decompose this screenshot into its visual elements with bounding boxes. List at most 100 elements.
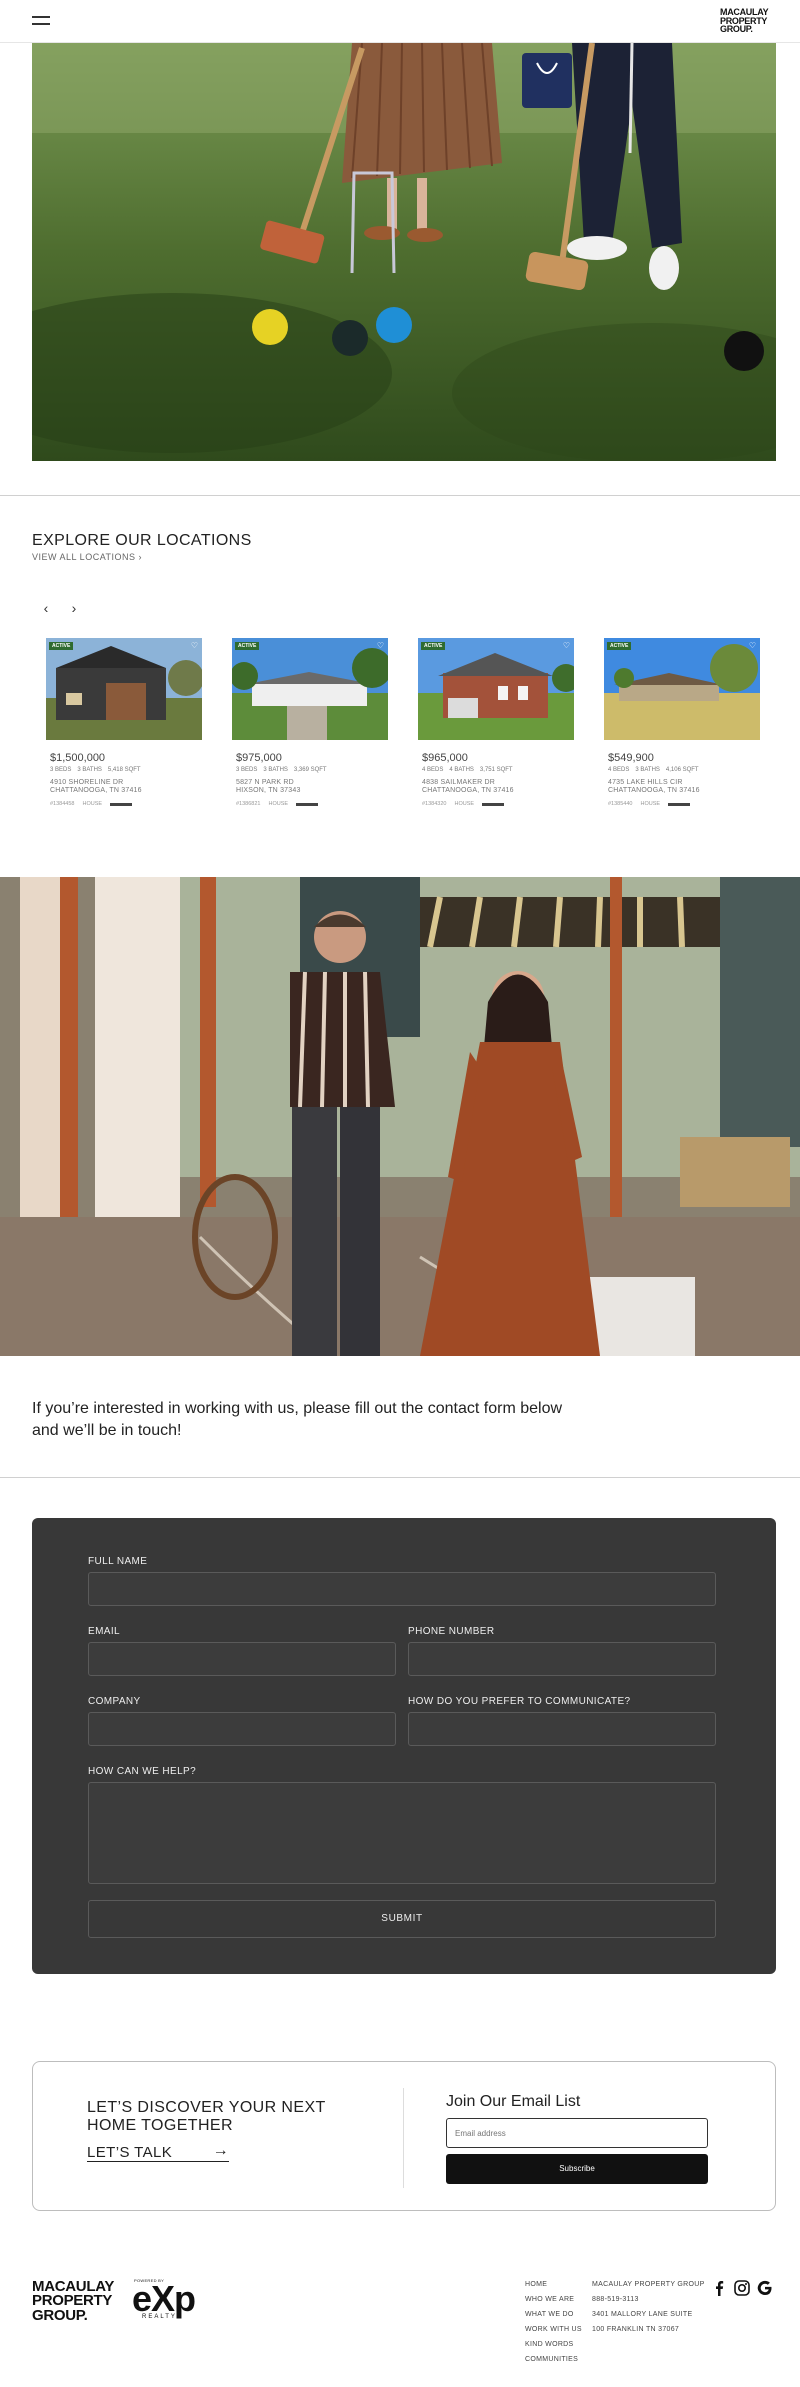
locations-title: EXPLORE OUR LOCATIONS [32, 532, 252, 549]
listing-address-line2: CHATTANOOGA, TN 37416 [422, 787, 514, 794]
listing-card[interactable]: ACTIVE ♡ $1,500,000 3 BEDS 3 BATHS 5,418… [46, 638, 202, 818]
phone-label: PHONE NUMBER [408, 1626, 495, 1637]
footer-company-name: MACAULAY PROPERTY GROUP [592, 2281, 705, 2288]
sqft: 3,751 SQFT [479, 767, 513, 773]
footer-address-line2: 100 FRANKLIN TN 37067 [592, 2326, 680, 2333]
listing-meta: #1384458 HOUSE [50, 801, 133, 807]
listing-stats: 3 BEDS 3 BATHS 3,369 SQFT [236, 767, 386, 773]
team-couple-photo [0, 877, 800, 1356]
listing-type: HOUSE [640, 801, 661, 807]
cta-title: LET’S DISCOVER YOUR NEXT HOME TOGETHER [87, 2099, 326, 2134]
view-all-locations-link[interactable]: VIEW ALL LOCATIONS › [32, 552, 142, 562]
hero-croquet-photo [32, 43, 776, 461]
listing-status-badge: ACTIVE [607, 642, 632, 650]
sqft: 5,418 SQFT [107, 767, 141, 773]
subscribe-button[interactable]: Subscribe [446, 2154, 708, 2184]
contact-intro: If you’re interested in working with us,… [32, 1400, 563, 1439]
listing-address-line1: 4910 SHORELINE DR [50, 779, 124, 786]
arrow-right-icon: → [212, 2142, 229, 2159]
heart-icon[interactable]: ♡ [377, 641, 384, 650]
facebook-icon[interactable] [711, 2280, 727, 2296]
help-label: HOW CAN WE HELP? [88, 1766, 197, 1777]
site-logo[interactable]: MACAULAY PROPERTY GROUP. [720, 8, 780, 34]
baths: 3 BATHS [635, 767, 660, 773]
footer-nav-what-we-do[interactable]: WHAT WE DO [525, 2311, 574, 2318]
listing-address-line2: HIXSON, TN 37343 [236, 787, 301, 794]
listing-price: $549,900 [608, 752, 654, 764]
email-input[interactable] [88, 1642, 396, 1676]
listing-status-badge: ACTIVE [235, 642, 260, 650]
exp-logo: eXp [132, 2278, 196, 2319]
listing-status-badge: ACTIVE [49, 642, 74, 650]
section-divider [0, 1477, 800, 1478]
carousel-next-icon[interactable]: › [66, 600, 82, 616]
mls-logo [296, 802, 319, 806]
listing-meta: #1385440 HOUSE [608, 801, 691, 807]
listing-photo: ACTIVE ♡ [232, 638, 388, 740]
listing-address-line2: CHATTANOOGA, TN 37416 [608, 787, 700, 794]
newsletter-email-input[interactable] [446, 2118, 708, 2148]
beds: 3 BEDS [50, 767, 72, 773]
listing-address-line1: 4735 LAKE HILLS CIR [608, 779, 683, 786]
beds: 3 BEDS [236, 767, 258, 773]
google-icon[interactable] [757, 2280, 773, 2296]
listing-meta: #1384320 HOUSE [422, 801, 505, 807]
listing-card[interactable]: ACTIVE ♡ $975,000 3 BEDS 3 BATHS 3,369 S… [232, 638, 388, 818]
listing-card[interactable]: ACTIVE ♡ $549,900 4 BEDS 3 BATHS 4,106 S… [604, 638, 760, 818]
listing-price: $975,000 [236, 752, 282, 764]
menu-icon[interactable] [32, 16, 50, 26]
listing-type: HOUSE [82, 801, 103, 807]
listing-price: $965,000 [422, 752, 468, 764]
footer-nav-home[interactable]: HOME [525, 2281, 547, 2288]
instagram-icon[interactable] [734, 2280, 750, 2296]
lets-talk-label: LET’S TALK [87, 2144, 173, 2161]
exp-realty-label: REALTY [142, 2314, 177, 2320]
heart-icon[interactable]: ♡ [749, 641, 756, 650]
cta-box: LET’S DISCOVER YOUR NEXT HOME TOGETHER L… [32, 2061, 776, 2211]
listing-photo: ACTIVE ♡ [418, 638, 574, 740]
mls-logo [482, 802, 505, 806]
carousel-prev-icon[interactable]: ‹ [38, 600, 54, 616]
footer-logo[interactable]: MACAULAY PROPERTY GROUP. [32, 2279, 124, 2323]
listing-type: HOUSE [268, 801, 289, 807]
listing-address-line1: 4838 SAILMAKER DR [422, 779, 496, 786]
communicate-input[interactable] [408, 1712, 716, 1746]
listing-card[interactable]: ACTIVE ♡ $965,000 4 BEDS 4 BATHS 3,751 S… [418, 638, 574, 818]
heart-icon[interactable]: ♡ [563, 641, 570, 650]
listing-price: $1,500,000 [50, 752, 106, 764]
sqft: 4,106 SQFT [665, 767, 699, 773]
listing-mls: #1385440 [608, 801, 633, 807]
communicate-label: HOW DO YOU PREFER TO COMMUNICATE? [408, 1696, 631, 1707]
listing-photo: ACTIVE ♡ [46, 638, 202, 740]
listing-address-line1: 5827 N PARK RD [236, 779, 294, 786]
email-list-title: Join Our Email List [446, 2093, 581, 2110]
full-name-input[interactable] [88, 1572, 716, 1606]
company-label: COMPANY [88, 1696, 141, 1707]
listing-stats: 3 BEDS 3 BATHS 5,418 SQFT [50, 767, 200, 773]
footer-address-line1: 3401 MALLORY LANE SUITE [592, 2311, 693, 2318]
help-textarea[interactable] [88, 1782, 716, 1884]
contact-form: FULL NAME EMAIL PHONE NUMBER COMPANY HOW… [32, 1518, 776, 1974]
mls-logo [668, 802, 691, 806]
listing-stats: 4 BEDS 4 BATHS 3,751 SQFT [422, 767, 572, 773]
lets-talk-link[interactable]: LET’S TALK → [87, 2142, 229, 2162]
mls-logo [110, 802, 133, 806]
submit-button[interactable]: SUBMIT [88, 1900, 716, 1938]
heart-icon[interactable]: ♡ [191, 641, 198, 650]
company-input[interactable] [88, 1712, 396, 1746]
footer-nav-kind-words[interactable]: KIND WORDS [525, 2341, 574, 2348]
email-label: EMAIL [88, 1626, 121, 1637]
listing-address-line2: CHATTANOOGA, TN 37416 [50, 787, 142, 794]
footer-nav-who-we-are[interactable]: WHO WE ARE [525, 2296, 574, 2303]
cta-divider [403, 2088, 404, 2188]
footer-nav-work-with-us[interactable]: WORK WITH US [525, 2326, 582, 2333]
baths: 3 BATHS [263, 767, 288, 773]
footer-phone[interactable]: 888-519-3113 [592, 2296, 639, 2303]
full-name-label: FULL NAME [88, 1556, 148, 1567]
phone-input[interactable] [408, 1642, 716, 1676]
listing-stats: 4 BEDS 3 BATHS 4,106 SQFT [608, 767, 758, 773]
listing-mls: #1384458 [50, 801, 75, 807]
footer-nav-communities[interactable]: COMMUNITIES [525, 2356, 578, 2363]
section-divider [0, 495, 800, 496]
listing-status-badge: ACTIVE [421, 642, 446, 650]
